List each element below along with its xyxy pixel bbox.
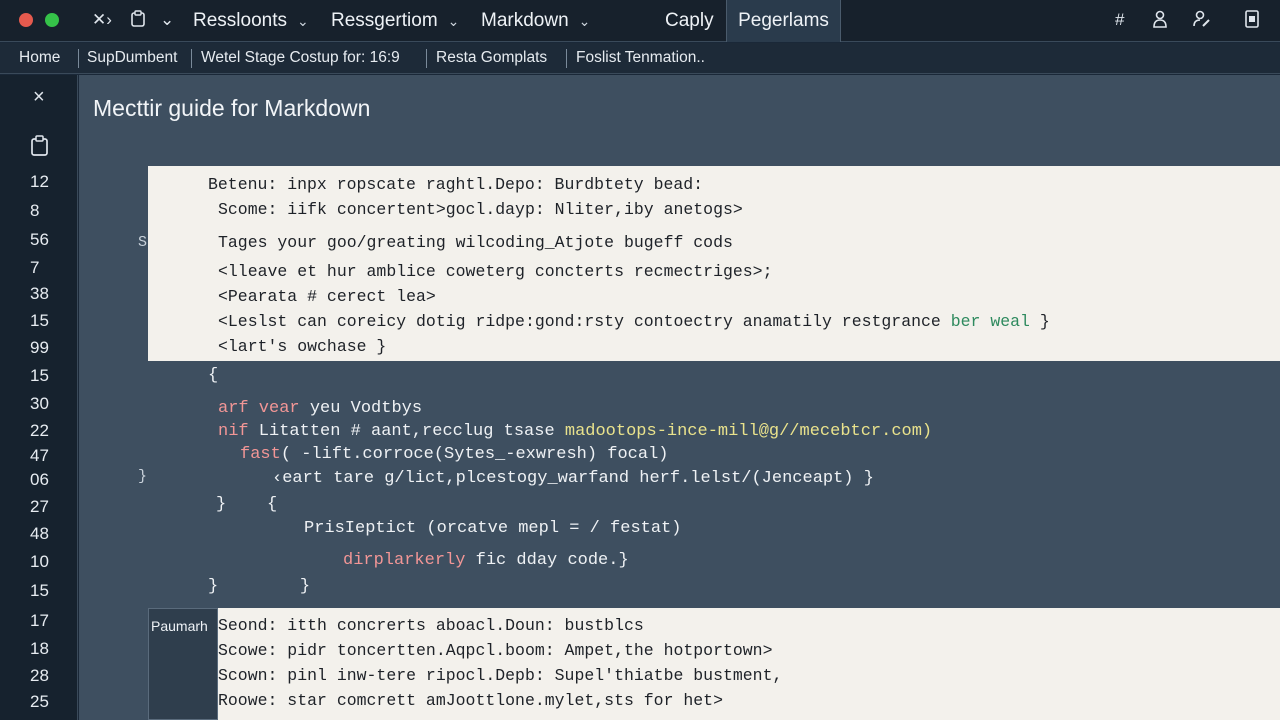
line-number: 48 (30, 524, 49, 543)
panel-line: <lart's owchase } (218, 337, 387, 356)
tab-divider (78, 49, 79, 68)
tab-divider (566, 49, 567, 68)
line-number: 12 (30, 172, 49, 191)
tab-wetel-stage[interactable]: Wetel Stage Costup for: 16:9 (201, 49, 400, 67)
code-block[interactable]: { arf vear yeu Vodtbys nif Litatten # aa… (148, 361, 1280, 609)
code-text: Litatten # aant,recclug tsase (248, 422, 565, 441)
chevron-down-icon[interactable]: ⌄ (160, 10, 174, 30)
line-number: 25 (30, 692, 49, 711)
code-line: { (208, 366, 219, 385)
line-number: 7 (30, 258, 40, 277)
menu-markdown-label: Markdown (481, 10, 569, 31)
code-line: arf vear yeu Vodtbys (218, 399, 422, 419)
line-number: 27 (30, 497, 49, 516)
code-string: madootops-ince-mill@g//mecebtcr.com) (564, 422, 933, 441)
code-line: ‹eart tare g/lict,plcestogy_warfand herf… (272, 469, 874, 488)
clipboard-icon[interactable] (130, 10, 146, 33)
window-close-button[interactable] (19, 13, 33, 27)
line-number: 56 (30, 230, 49, 249)
close-icon[interactable]: × (33, 86, 45, 109)
preview-panel-bottom: Seond: itth concrerts aboacl.Doun: bustb… (218, 608, 1280, 720)
tab-bar: Home SupDumbent Wetel Stage Costup for: … (0, 43, 1280, 74)
menu-markdown[interactable]: Markdown ⌄ (481, 10, 590, 32)
preview-panel-top: Betenu: inpx ropscate raghtl.Depo: Burdb… (148, 166, 1280, 361)
panel-line-tail: } (1029, 312, 1050, 331)
panel-line: Scown: pinl inw-tere ripocl.Depb: Supel'… (218, 666, 783, 685)
title-bar: ✕› ⌄ Ressloonts ⌄ Ressgertiom ⌄ Markdown ⌄ … (0, 0, 1280, 42)
code-line: } { (216, 495, 278, 514)
document-title: Mecttir guide for Markdown (93, 95, 371, 121)
code-line: fast( -lift.corroce(Sytes_-exwresh) foca… (240, 445, 668, 465)
line-number: 06 (30, 470, 49, 489)
panel-line: Tages your goo/greating wilcoding_Atjote… (218, 233, 733, 252)
tab-divider (191, 49, 192, 68)
window-maximize-button[interactable] (45, 13, 59, 27)
line-number: 47 (30, 446, 49, 465)
code-keyword: dirplarkerly (343, 551, 466, 570)
code-keyword: arf vear (218, 399, 300, 418)
editor-area[interactable]: Mecttir guide for Markdown S } Betenu: i… (79, 75, 1280, 720)
tab-foslist[interactable]: Foslist Tenmation.. (576, 49, 705, 67)
line-number: 15 (30, 581, 49, 600)
panel-line: <lleave et hur amblice coweterg conctert… (218, 262, 773, 281)
tab-pegerlams[interactable]: Pegerlams (726, 0, 841, 42)
gutter-marker: } (138, 468, 148, 485)
line-number: 17 (30, 611, 49, 630)
code-line: dirplarkerly fic dday code.} (343, 551, 629, 571)
tab-resta-gomplats[interactable]: Resta Gomplats (436, 49, 547, 67)
code-text: fic dday code.} (465, 551, 629, 570)
line-number: 8 (30, 201, 40, 220)
line-number: 38 (30, 284, 49, 303)
chevron-down-icon: ⌄ (578, 13, 591, 29)
code-line: nif Litatten # aant,recclug tsase madoot… (218, 422, 932, 442)
code-keyword: fast (240, 445, 281, 464)
user-edit-icon[interactable] (1193, 10, 1211, 33)
menu-ressloonts-label: Ressloonts (193, 10, 287, 31)
sidebar: × 12 8 56 7 38 15 99 15 30 22 47 06 27 4… (0, 75, 78, 720)
panel-line-green: ber weal (950, 312, 1030, 331)
chevron-down-icon: ⌄ (297, 13, 309, 29)
tab-home[interactable]: Home (19, 49, 60, 67)
menu-ressloonts[interactable]: Ressloonts ⌄ (193, 10, 309, 32)
panel-line: <Pearata # cerect lea> (218, 287, 436, 306)
panel-line-text: <Leslst can coreicy dotig ridpe:gond:rst… (218, 312, 941, 331)
line-number: 10 (30, 552, 49, 571)
code-line: PrisIeptict (orcatve mepl = / festat) (304, 519, 682, 538)
line-number: 99 (30, 338, 49, 357)
line-number: 28 (30, 666, 49, 685)
copy-button[interactable]: Caply (665, 10, 714, 32)
panel-line: Seond: itth concrerts aboacl.Doun: bustb… (218, 616, 644, 635)
line-number: 15 (30, 311, 49, 330)
paumarh-label[interactable]: Paumarh (148, 608, 218, 720)
person-icon[interactable] (1152, 10, 1168, 33)
line-number: 22 (30, 421, 49, 440)
code-keyword: nif (218, 422, 249, 441)
panel-line: Scowe: pidr toncertten.Aqpcl.boom: Ampet… (218, 641, 773, 660)
tab-supdumbent[interactable]: SupDumbent (87, 49, 177, 67)
document-icon[interactable] (1244, 10, 1260, 33)
line-number: 30 (30, 394, 49, 413)
chevron-down-icon: ⌄ (447, 13, 460, 29)
panel-line: Scome: iifk concertent>gocl.dayp: Nliter… (218, 200, 743, 219)
menu-ressgertiom-label: Ressgertiom (331, 10, 438, 31)
panel-line: Betenu: inpx ropscate raghtl.Depo: Burdb… (208, 175, 704, 194)
tab-divider (426, 49, 427, 68)
hash-icon[interactable]: # (1115, 10, 1124, 30)
code-text: ( -lift.corroce(Sytes_-exwresh) focal) (280, 445, 669, 464)
gutter-marker: S (138, 234, 148, 251)
close-collapse-icon[interactable]: ✕› (92, 10, 112, 30)
line-number: 15 (30, 366, 49, 385)
code-text: yeu Vodtbys (299, 399, 423, 418)
menu-ressgertiom[interactable]: Ressgertiom ⌄ (331, 10, 459, 32)
line-number: 18 (30, 639, 49, 658)
panel-line: Roowe: star comcrett amJoottlone.mylet,s… (218, 691, 723, 710)
clipboard-icon[interactable] (30, 135, 50, 162)
panel-line-highlighted: <Leslst can coreicy dotig ridpe:gond:rst… (218, 312, 1050, 332)
code-line: } } (208, 577, 311, 596)
